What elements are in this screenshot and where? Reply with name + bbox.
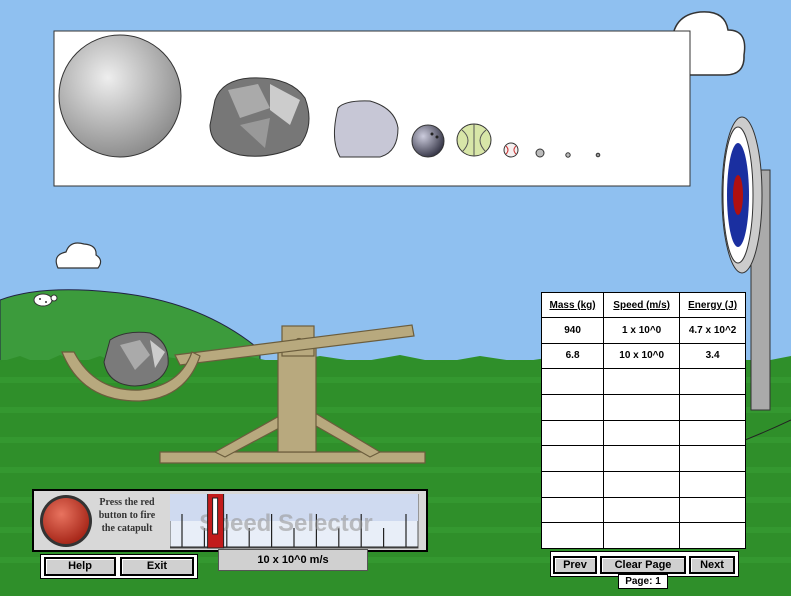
cell-energy: 3.4 [679,342,746,370]
cell-speed [603,470,681,498]
cell-mass [540,496,605,524]
table-header-row: Mass (kg) Speed (m/s) Energy (J) [540,292,746,318]
cell-speed [603,393,681,421]
exit-button[interactable]: Exit [120,557,194,576]
clear-page-button[interactable]: Clear Page [600,556,686,574]
help-button[interactable]: Help [44,557,116,576]
cell-energy: 4.7 x 10^2 [679,317,746,344]
cell-mass [540,368,605,395]
cell-energy [679,419,746,447]
cell-mass: 6.8 [540,342,605,370]
header-energy: Energy (J) [679,292,746,318]
header-speed: Speed (m/s) [603,292,681,318]
prev-button[interactable]: Prev [553,556,597,574]
next-button[interactable]: Next [689,556,735,574]
pebble-icon[interactable] [565,152,571,158]
header-mass: Mass (kg) [540,292,605,318]
melon-icon[interactable] [456,123,492,157]
cell-energy [679,496,746,524]
large-gray-sphere[interactable] [58,34,182,158]
table-row [540,470,746,498]
table-row [540,419,746,447]
cell-energy [679,445,746,472]
table-row: 940 1 x 10^0 4.7 x 10^2 [540,317,746,344]
speed-slider-handle[interactable] [207,494,225,549]
page-indicator: Page: 1 [618,574,668,589]
speed-readout: 10 x 10^0 m/s [218,549,368,571]
bowling-ball-icon[interactable] [411,124,445,158]
cell-energy [679,470,746,498]
marble-icon[interactable] [535,148,545,158]
table-row [540,522,746,549]
cell-mass [540,445,605,472]
table-row [540,445,746,472]
speed-selector[interactable]: Speed Selector [170,494,420,550]
table-row [540,393,746,421]
results-table: Mass (kg) Speed (m/s) Energy (J) 940 1 x … [540,292,746,549]
cell-mass [540,419,605,447]
speed-selector-label: Speed Selector [199,510,372,537]
cell-mass [540,522,605,549]
cell-speed [603,496,681,524]
cell-speed [603,522,681,549]
fire-instruction: Press the red button to fire the catapul… [98,497,156,534]
cell-speed [603,419,681,447]
boulder-in-catapult-icon [103,331,169,387]
baseball-icon[interactable] [503,142,519,158]
cell-mass [540,393,605,421]
cell-speed [603,368,681,395]
cell-energy [679,393,746,421]
cell-mass: 940 [540,317,605,344]
fire-button[interactable] [38,493,94,549]
table-row [540,496,746,524]
table-row [540,368,746,395]
table-row: 6.8 10 x 10^0 3.4 [540,342,746,370]
cell-speed: 10 x 10^0 [603,342,681,370]
cell-mass [540,470,605,498]
cell-speed: 1 x 10^0 [603,317,681,344]
bb-icon[interactable] [595,152,601,158]
cell-energy [679,368,746,395]
boulder-icon[interactable] [209,77,310,157]
cell-speed [603,445,681,472]
cell-energy [679,522,746,549]
